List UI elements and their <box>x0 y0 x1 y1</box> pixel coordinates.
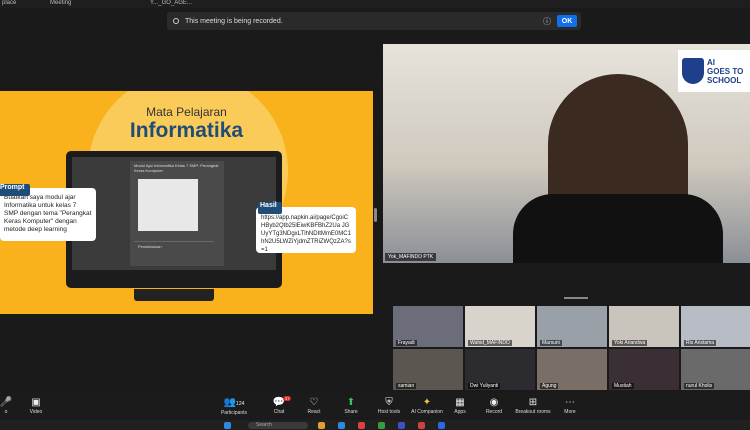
more-button[interactable]: ⋯ More <box>550 397 590 415</box>
recording-banner-text: This meeting is being recorded. <box>185 17 283 25</box>
participant-name: Agung <box>540 383 559 389</box>
participant-name: Frayadi <box>396 340 417 346</box>
participant-tile[interactable]: Wahid_MAFINDO <box>465 306 535 347</box>
browser-icon[interactable] <box>338 422 345 429</box>
info-icon[interactable]: ⓘ <box>543 16 551 27</box>
windows-taskbar: Search <box>0 420 750 430</box>
ai-companion-label: AI Companion <box>411 409 443 415</box>
resize-handle[interactable] <box>374 208 377 222</box>
participants-count: 124 <box>236 401 245 407</box>
document-section: Pendahuluan <box>134 241 214 261</box>
start-icon[interactable] <box>224 422 231 429</box>
react-label: React <box>307 409 321 415</box>
video-label: Video <box>29 409 43 415</box>
document-section-title: Pendahuluan <box>138 244 162 249</box>
zoom-icon[interactable] <box>438 422 445 429</box>
participant-tile[interactable]: Marsuni <box>537 306 607 347</box>
share-icon: ⬆ <box>346 397 356 408</box>
camera-icon: ▣ <box>31 397 41 408</box>
monitor-screen: Modul Ajar Informatika Kelas 7 SMP: Pera… <box>72 157 276 270</box>
app-icon[interactable] <box>358 422 365 429</box>
participant-name: nurul Kholis <box>684 383 715 389</box>
ai-goes-to-school-logo: AI GOES TO SCHOOL <box>678 50 750 92</box>
chat-badge: 37 <box>283 396 292 401</box>
participant-gallery: Frayadi Wahid_MAFINDO Marsuni Yoki Arian… <box>393 306 750 390</box>
prompt-label: Prompt <box>0 184 30 196</box>
logo-line-2: GOES TO <box>707 66 744 76</box>
participant-name: Wahid_MAFINDO <box>468 340 512 346</box>
chat-label: Chat <box>273 409 285 415</box>
window-titlebar: place Meeting Y..._GO_AGE... <box>0 0 750 8</box>
participant-tile[interactable]: samian <box>393 349 463 390</box>
breakout-label: Breakout rooms <box>515 409 551 415</box>
share-label: Share <box>344 409 358 415</box>
slide-subtitle: Mata Pelajaran <box>146 105 227 119</box>
gallery-divider-handle[interactable] <box>564 297 588 299</box>
meeting-toolbar: 🎤 o ▣ Video 👥124 Participants 💬 37 Chat ♡ Reac… <box>0 393 750 420</box>
active-speaker-video: AI GOES TO SCHOOL Yok_MAFINDO PTK <box>383 44 750 263</box>
react-button[interactable]: ♡ React <box>294 397 334 415</box>
logo-line-1: AI <box>707 57 715 67</box>
document-preview: Modul Ajar Informatika Kelas 7 SMP: Pera… <box>130 161 224 266</box>
speaker-shirt <box>513 194 723 263</box>
host-tools-button[interactable]: ⛨ Host tools <box>369 397 409 415</box>
shield-icon: ⛨ <box>385 397 393 408</box>
speaker-name-tag: Yok_MAFINDO PTK <box>385 253 437 261</box>
record-icon: ◉ <box>489 397 499 408</box>
participant-name: Mustiah <box>612 383 634 389</box>
participants-icon: 👥124 <box>223 397 245 408</box>
record-button[interactable]: ◉ Record <box>474 397 514 415</box>
school-shield-icon <box>682 58 704 84</box>
record-label: Record <box>485 409 503 415</box>
host-tools-label: Host tools <box>377 409 401 415</box>
participant-tile[interactable]: Ris Aristama <box>681 306 750 347</box>
document-title: Modul Ajar Informatika Kelas 7 SMP: Pera… <box>134 163 219 173</box>
participants-button[interactable]: 👥124 Participants <box>214 397 254 416</box>
participant-name: Yoki Ariandwa <box>612 340 648 346</box>
participant-name: samian <box>396 383 417 389</box>
apps-label: Apps <box>454 409 466 415</box>
logo-line-3: SCHOOL <box>707 75 742 85</box>
video-button[interactable]: ▣ Video <box>16 397 56 415</box>
chat-button[interactable]: 💬 37 Chat <box>259 396 299 415</box>
participant-tile[interactable]: Agung <box>537 349 607 390</box>
hardware-diagram <box>138 179 198 231</box>
titlebar-left-text: place <box>2 0 17 6</box>
heart-icon: ♡ <box>309 397 319 408</box>
titlebar-center-text: Y..._GO_AGE... <box>150 0 192 6</box>
app-icon[interactable] <box>378 422 385 429</box>
recording-icon <box>173 18 179 24</box>
participant-tile[interactable]: Dwi Yuliyanti <box>465 349 535 390</box>
participant-tile[interactable]: Frayadi <box>393 306 463 347</box>
recording-banner: This meeting is being recorded. ⓘ OK <box>167 12 581 30</box>
ok-button[interactable]: OK <box>557 15 577 27</box>
participant-name: Ris Aristama <box>684 340 717 346</box>
chat-icon: 💬 <box>272 397 286 408</box>
app-icon[interactable] <box>398 422 405 429</box>
slide-title: Informatika <box>129 119 244 142</box>
more-label: More <box>564 409 576 415</box>
hasil-label: Hasil <box>258 202 282 214</box>
monitor-illustration: Modul Ajar Informatika Kelas 7 SMP: Pera… <box>66 151 282 288</box>
audio-label: o <box>4 409 8 415</box>
app-icon[interactable] <box>418 422 425 429</box>
participants-label: Participants <box>220 410 248 416</box>
share-button[interactable]: ⬆ Share <box>331 397 371 415</box>
participant-tile[interactable]: nurul Kholis <box>681 349 750 390</box>
titlebar-meeting-text: Meeting <box>50 0 72 6</box>
participant-name: Dwi Yuliyanti <box>468 383 501 389</box>
taskbar-search[interactable]: Search <box>248 422 308 429</box>
monitor-stand <box>134 289 214 301</box>
participant-name: Marsuni <box>540 340 562 346</box>
participant-tile[interactable]: Mustiah <box>609 349 679 390</box>
more-icon: ⋯ <box>565 397 575 408</box>
file-explorer-icon[interactable] <box>318 422 325 429</box>
participant-tile[interactable]: Yoki Ariandwa <box>609 306 679 347</box>
